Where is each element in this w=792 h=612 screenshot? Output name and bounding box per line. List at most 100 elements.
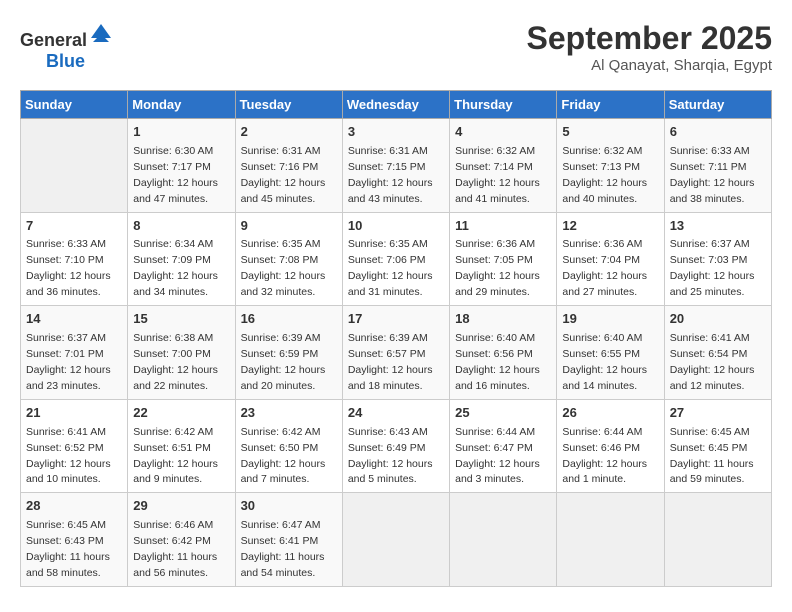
logo: General Blue: [20, 20, 113, 72]
day-number: 15: [133, 310, 229, 329]
day-number: 10: [348, 217, 444, 236]
day-cell: [21, 119, 128, 213]
day-info: Sunrise: 6:47 AM Sunset: 6:41 PM Dayligh…: [241, 519, 325, 579]
week-row-1: 1Sunrise: 6:30 AM Sunset: 7:17 PM Daylig…: [21, 119, 772, 213]
day-info: Sunrise: 6:42 AM Sunset: 6:51 PM Dayligh…: [133, 426, 218, 486]
day-number: 21: [26, 404, 122, 423]
day-info: Sunrise: 6:39 AM Sunset: 6:57 PM Dayligh…: [348, 332, 433, 392]
day-info: Sunrise: 6:46 AM Sunset: 6:42 PM Dayligh…: [133, 519, 217, 579]
day-number: 11: [455, 217, 551, 236]
calendar-table: SundayMondayTuesdayWednesdayThursdayFrid…: [20, 90, 772, 587]
day-info: Sunrise: 6:44 AM Sunset: 6:47 PM Dayligh…: [455, 426, 540, 486]
day-number: 13: [670, 217, 766, 236]
day-info: Sunrise: 6:35 AM Sunset: 7:08 PM Dayligh…: [241, 238, 326, 298]
day-number: 30: [241, 497, 337, 516]
day-number: 4: [455, 123, 551, 142]
day-cell: [557, 493, 664, 587]
day-cell: 24Sunrise: 6:43 AM Sunset: 6:49 PM Dayli…: [342, 399, 449, 493]
col-header-sunday: Sunday: [21, 91, 128, 119]
day-cell: 30 Sunrise: 6:47 AM Sunset: 6:41 PM Dayli…: [235, 493, 342, 587]
day-info: Sunrise: 6:40 AM Sunset: 6:56 PM Dayligh…: [455, 332, 540, 392]
title-block: September 2025 Al Qanayat, Sharqia, Egyp…: [527, 20, 772, 74]
day-cell: 26 Sunrise: 6:44 AM Sunset: 6:46 PM Dayli…: [557, 399, 664, 493]
day-cell: 12 Sunrise: 6:36 AM Sunset: 7:04 PM Dayli…: [557, 212, 664, 306]
week-row-2: 7 Sunrise: 6:33 AM Sunset: 7:10 PM Daylig…: [21, 212, 772, 306]
day-cell: 25Sunrise: 6:44 AM Sunset: 6:47 PM Dayli…: [450, 399, 557, 493]
day-number: 17: [348, 310, 444, 329]
day-cell: 29Sunrise: 6:46 AM Sunset: 6:42 PM Dayli…: [128, 493, 235, 587]
day-info: Sunrise: 6:38 AM Sunset: 7:00 PM Dayligh…: [133, 332, 218, 392]
day-number: 28: [26, 497, 122, 516]
day-number: 14: [26, 310, 122, 329]
day-number: 5: [562, 123, 658, 142]
day-info: Sunrise: 6:32 AM Sunset: 7:14 PM Dayligh…: [455, 145, 540, 205]
day-cell: 19 Sunrise: 6:40 AM Sunset: 6:55 PM Dayli…: [557, 306, 664, 400]
day-number: 22: [133, 404, 229, 423]
day-info: Sunrise: 6:35 AM Sunset: 7:06 PM Dayligh…: [348, 238, 433, 298]
day-info: Sunrise: 6:32 AM Sunset: 7:13 PM Dayligh…: [562, 145, 647, 205]
day-number: 18: [455, 310, 551, 329]
day-cell: 18 Sunrise: 6:40 AM Sunset: 6:56 PM Dayli…: [450, 306, 557, 400]
day-info: Sunrise: 6:45 AM Sunset: 6:45 PM Dayligh…: [670, 426, 754, 486]
day-cell: 21 Sunrise: 6:41 AM Sunset: 6:52 PM Dayli…: [21, 399, 128, 493]
day-number: 16: [241, 310, 337, 329]
day-info: Sunrise: 6:44 AM Sunset: 6:46 PM Dayligh…: [562, 426, 647, 486]
day-cell: [450, 493, 557, 587]
day-info: Sunrise: 6:37 AM Sunset: 7:03 PM Dayligh…: [670, 238, 755, 298]
col-header-tuesday: Tuesday: [235, 91, 342, 119]
day-cell: 9 Sunrise: 6:35 AM Sunset: 7:08 PM Daylig…: [235, 212, 342, 306]
day-info: Sunrise: 6:37 AM Sunset: 7:01 PM Dayligh…: [26, 332, 111, 392]
day-cell: [664, 493, 771, 587]
month-title: September 2025: [527, 20, 772, 57]
day-cell: [342, 493, 449, 587]
day-cell: 23Sunrise: 6:42 AM Sunset: 6:50 PM Dayli…: [235, 399, 342, 493]
day-info: Sunrise: 6:34 AM Sunset: 7:09 PM Dayligh…: [133, 238, 218, 298]
col-header-friday: Friday: [557, 91, 664, 119]
day-cell: 15 Sunrise: 6:38 AM Sunset: 7:00 PM Dayli…: [128, 306, 235, 400]
day-number: 9: [241, 217, 337, 236]
day-info: Sunrise: 6:33 AM Sunset: 7:11 PM Dayligh…: [670, 145, 755, 205]
day-cell: 22 Sunrise: 6:42 AM Sunset: 6:51 PM Dayli…: [128, 399, 235, 493]
day-number: 6: [670, 123, 766, 142]
day-cell: 2 Sunrise: 6:31 AM Sunset: 7:16 PM Daylig…: [235, 119, 342, 213]
day-cell: 7 Sunrise: 6:33 AM Sunset: 7:10 PM Daylig…: [21, 212, 128, 306]
header-row: SundayMondayTuesdayWednesdayThursdayFrid…: [21, 91, 772, 119]
day-number: 2: [241, 123, 337, 142]
page-header: General Blue September 2025 Al Qanayat, …: [20, 20, 772, 74]
day-info: Sunrise: 6:39 AM Sunset: 6:59 PM Dayligh…: [241, 332, 326, 392]
day-info: Sunrise: 6:36 AM Sunset: 7:05 PM Dayligh…: [455, 238, 540, 298]
week-row-5: 28 Sunrise: 6:45 AM Sunset: 6:43 PM Dayli…: [21, 493, 772, 587]
day-number: 26: [562, 404, 658, 423]
day-info: Sunrise: 6:31 AM Sunset: 7:15 PM Dayligh…: [348, 145, 433, 205]
day-cell: 16 Sunrise: 6:39 AM Sunset: 6:59 PM Dayli…: [235, 306, 342, 400]
day-info: Sunrise: 6:36 AM Sunset: 7:04 PM Dayligh…: [562, 238, 647, 298]
day-cell: 20Sunrise: 6:41 AM Sunset: 6:54 PM Dayli…: [664, 306, 771, 400]
day-cell: 8 Sunrise: 6:34 AM Sunset: 7:09 PM Daylig…: [128, 212, 235, 306]
week-row-4: 21 Sunrise: 6:41 AM Sunset: 6:52 PM Dayli…: [21, 399, 772, 493]
day-cell: 17 Sunrise: 6:39 AM Sunset: 6:57 PM Dayli…: [342, 306, 449, 400]
day-number: 1: [133, 123, 229, 142]
day-number: 12: [562, 217, 658, 236]
day-info: Sunrise: 6:40 AM Sunset: 6:55 PM Dayligh…: [562, 332, 647, 392]
col-header-monday: Monday: [128, 91, 235, 119]
day-cell: 1Sunrise: 6:30 AM Sunset: 7:17 PM Daylig…: [128, 119, 235, 213]
day-info: Sunrise: 6:31 AM Sunset: 7:16 PM Dayligh…: [241, 145, 326, 205]
day-number: 8: [133, 217, 229, 236]
day-info: Sunrise: 6:33 AM Sunset: 7:10 PM Dayligh…: [26, 238, 111, 298]
day-cell: 5 Sunrise: 6:32 AM Sunset: 7:13 PM Daylig…: [557, 119, 664, 213]
logo-blue: Blue: [46, 51, 85, 71]
logo-general: General: [20, 30, 87, 50]
day-cell: 13 Sunrise: 6:37 AM Sunset: 7:03 PM Dayli…: [664, 212, 771, 306]
day-number: 7: [26, 217, 122, 236]
day-cell: 27Sunrise: 6:45 AM Sunset: 6:45 PM Dayli…: [664, 399, 771, 493]
col-header-wednesday: Wednesday: [342, 91, 449, 119]
day-info: Sunrise: 6:42 AM Sunset: 6:50 PM Dayligh…: [241, 426, 326, 486]
day-number: 19: [562, 310, 658, 329]
week-row-3: 14 Sunrise: 6:37 AM Sunset: 7:01 PM Dayli…: [21, 306, 772, 400]
day-info: Sunrise: 6:45 AM Sunset: 6:43 PM Dayligh…: [26, 519, 110, 579]
col-header-saturday: Saturday: [664, 91, 771, 119]
day-number: 20: [670, 310, 766, 329]
day-info: Sunrise: 6:41 AM Sunset: 6:52 PM Dayligh…: [26, 426, 111, 486]
logo-icon: [89, 20, 113, 44]
day-info: Sunrise: 6:43 AM Sunset: 6:49 PM Dayligh…: [348, 426, 433, 486]
